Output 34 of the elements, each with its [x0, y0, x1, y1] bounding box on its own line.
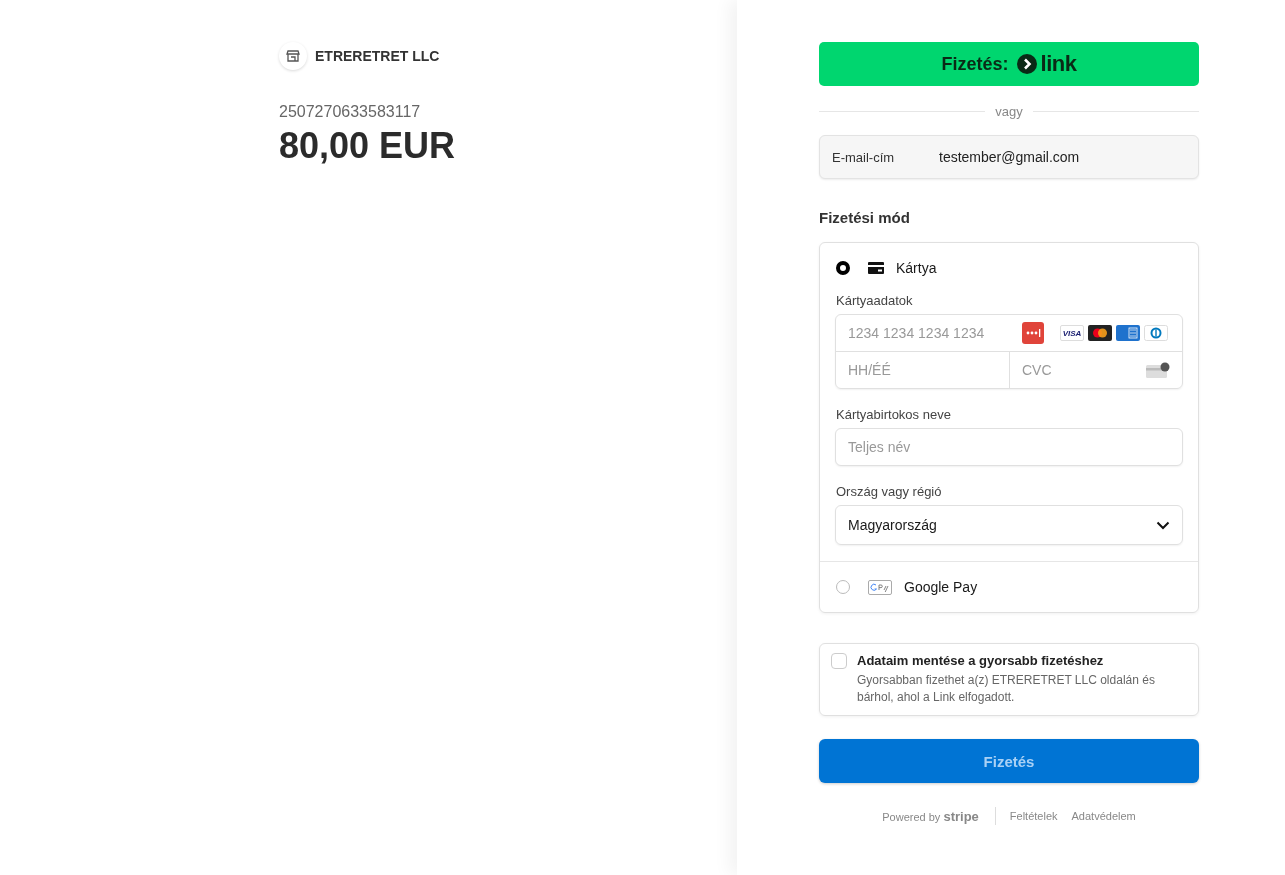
- merchant-name: ETRERETRET LLC: [315, 48, 440, 64]
- card-icon: [868, 262, 884, 274]
- amount: 80,00 EUR: [279, 125, 457, 167]
- card-number-input[interactable]: 1234 1234 1234 1234: [836, 316, 1022, 350]
- autofill-icon: [1022, 322, 1044, 344]
- expiry-input[interactable]: HH/ÉÉ: [836, 352, 1010, 388]
- cvc-input[interactable]: CVC: [1010, 353, 1146, 387]
- diners-icon: [1144, 325, 1168, 341]
- chevron-icon: [1016, 54, 1037, 74]
- field-label: Kártyabirtokos neve: [835, 407, 952, 422]
- cardholder-name-input[interactable]: Teljes név: [835, 428, 1183, 466]
- footer-link[interactable]: Adatvédelem: [1071, 810, 1136, 822]
- footer-link[interactable]: Feltételek: [1009, 810, 1058, 822]
- order-reference: 2507270633583117: [279, 103, 422, 121]
- field-label: Ország vagy régió: [835, 484, 943, 499]
- section-title: Fizetési mód: [819, 209, 911, 226]
- save-title: Adataim mentése a gyorsabb fizetéshez: [857, 653, 1105, 668]
- amex-icon: [1116, 325, 1140, 341]
- cvc-card-icon: [1146, 362, 1170, 378]
- visa-logo: VISA: [1060, 325, 1084, 341]
- field-label: Kártyaadatok: [835, 293, 914, 308]
- mastercard-icon: [1088, 325, 1112, 341]
- save-description: Gyorsabban fizethet a(z) ETRERETRET LLC oldalán és bárhol, ahol a Link elfogadott.: [857, 672, 1156, 706]
- country-select[interactable]: Magyarország: [835, 505, 1183, 545]
- powered-by: Powered by stripe: [882, 808, 979, 824]
- method-label: Kártya: [896, 260, 937, 276]
- google-pay-icon: [868, 579, 892, 595]
- link-pay-button[interactable]: Fizetés: link: [819, 42, 1199, 86]
- checkbox[interactable]: [831, 653, 847, 669]
- divider-label: vagy: [995, 104, 1023, 119]
- chevron-down-icon: [1156, 520, 1170, 530]
- email-field[interactable]: E-mail-cím testember@gmail.com: [819, 135, 1199, 179]
- radio-button[interactable]: [836, 261, 850, 275]
- method-label: Google Pay: [904, 579, 978, 595]
